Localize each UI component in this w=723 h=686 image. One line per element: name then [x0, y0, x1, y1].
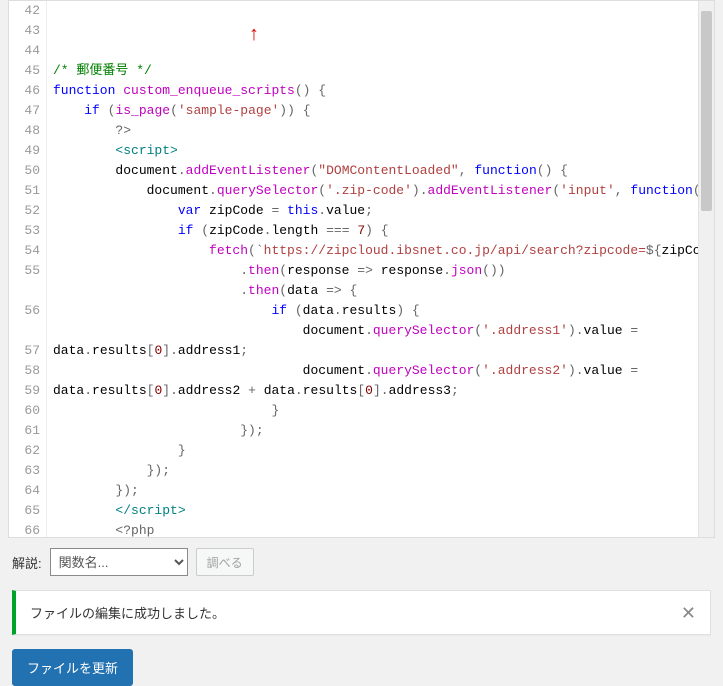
- function-select[interactable]: 関数名...: [50, 548, 188, 576]
- code-area[interactable]: ↑ /* 郵便番号 */function custom_enqueue_scri…: [47, 1, 714, 538]
- code-line[interactable]: /* 郵便番号 */: [53, 61, 714, 81]
- code-line[interactable]: <script>: [53, 141, 714, 161]
- code-line[interactable]: document.querySelector('.zip-code').addE…: [53, 181, 714, 201]
- code-line[interactable]: var zipCode = this.value;: [53, 201, 714, 221]
- code-line[interactable]: document.querySelector('.address2').valu…: [53, 361, 714, 381]
- code-line[interactable]: <?php: [53, 521, 714, 538]
- code-line[interactable]: }: [53, 441, 714, 461]
- scrollbar-thumb[interactable]: [701, 11, 712, 211]
- code-line[interactable]: });: [53, 421, 714, 441]
- notice-message: ファイルの編集に成功しました。: [30, 603, 225, 622]
- code-line[interactable]: if (is_page('sample-page')) {: [53, 101, 714, 121]
- code-line[interactable]: document.querySelector('.address1').valu…: [53, 321, 714, 341]
- code-line[interactable]: ?>: [53, 121, 714, 141]
- help-label: 解説:: [12, 553, 42, 572]
- code-line[interactable]: });: [53, 461, 714, 481]
- pointer-arrow-icon: ↑: [248, 26, 260, 46]
- code-line[interactable]: data.results[0].address1;: [53, 341, 714, 361]
- line-number-gutter: 4243444546474849505152535455 56 57585960…: [9, 1, 47, 538]
- lookup-button[interactable]: 調べる: [196, 548, 254, 576]
- success-notice: ファイルの編集に成功しました。 ✕: [12, 590, 711, 635]
- code-line[interactable]: if (zipCode.length === 7) {: [53, 221, 714, 241]
- code-line[interactable]: fetch(`https://zipcloud.ibsnet.co.jp/api…: [53, 241, 714, 261]
- code-line[interactable]: data.results[0].address2 + data.results[…: [53, 381, 714, 401]
- code-line[interactable]: function custom_enqueue_scripts() {: [53, 81, 714, 101]
- close-icon[interactable]: ✕: [681, 604, 696, 622]
- help-row: 解説: 関数名... 調べる: [12, 548, 711, 576]
- code-line[interactable]: .then(response => response.json()): [53, 261, 714, 281]
- code-line[interactable]: .then(data => {: [53, 281, 714, 301]
- code-line[interactable]: }: [53, 401, 714, 421]
- code-line[interactable]: document.addEventListener("DOMContentLoa…: [53, 161, 714, 181]
- code-line[interactable]: if (data.results) {: [53, 301, 714, 321]
- update-file-button[interactable]: ファイルを更新: [12, 649, 133, 686]
- code-editor[interactable]: 4243444546474849505152535455 56 57585960…: [8, 0, 715, 538]
- code-line[interactable]: </script>: [53, 501, 714, 521]
- code-line[interactable]: });: [53, 481, 714, 501]
- vertical-scrollbar[interactable]: [698, 1, 714, 537]
